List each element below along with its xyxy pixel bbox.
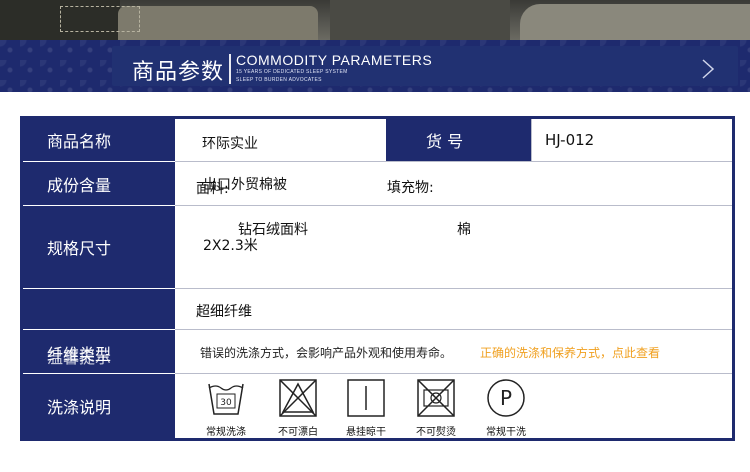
header-subtitle-1: 15 YEARS OF DEDICATED SLEEP SYSTEM [236, 69, 348, 75]
row-divider [175, 161, 732, 162]
care-warning-text: 错误的洗涤方式，会影响产品外观和使用寿命。 [200, 346, 453, 360]
dry-clean-letter: P [500, 386, 512, 410]
header-title-en: COMMODITY PARAMETERS [236, 52, 433, 68]
item-number-label-cell: 货 号 [386, 119, 531, 161]
row-label-fiber-type: 纤维类型 温馨提示 [23, 330, 175, 373]
header-title-cn: 商品参数 [132, 60, 225, 85]
row-divider [175, 373, 732, 374]
row-divider [175, 329, 732, 330]
row-label-text: 规格尺寸 [47, 239, 112, 258]
photo-stitch [60, 6, 140, 32]
hang-dry-icon [347, 379, 385, 417]
care-label-wash: 常规洗涤 [206, 427, 246, 438]
row-divider [175, 288, 732, 289]
care-label-dry-clean: 常规干洗 [486, 427, 526, 438]
header-subtitle-2: SLEEP TO BURDEN ADVOCATES [236, 77, 322, 83]
row-divider [175, 205, 732, 206]
product-name-value: 环际实业 [202, 136, 258, 152]
size-filling-value: 棉 [457, 222, 471, 238]
dry-clean-icon: P [487, 379, 525, 417]
size-dimension-value: 2X2.3米 [203, 238, 258, 254]
chevron-right-icon[interactable] [700, 58, 716, 80]
wash-30-icon: 30 [208, 383, 244, 415]
row-label-text: 洗涤说明 [47, 398, 112, 417]
no-iron-icon [417, 379, 455, 417]
item-number-value: HJ-012 [545, 131, 595, 149]
composition-filling-label: 填充物: [387, 180, 434, 196]
row-label-name: 商品名称 [23, 119, 175, 161]
care-label-hang-dry: 悬挂晾干 [346, 427, 386, 438]
photo-quilt [118, 6, 318, 40]
care-label-no-bleach: 不可漂白 [278, 427, 318, 438]
product-photo-strip [0, 0, 750, 40]
row-label-size: 规格尺寸 [23, 206, 175, 288]
row-label-text: 成份含量 [47, 175, 112, 195]
fiber-type-value: 超细纤维 [196, 304, 252, 320]
row-label-text: 商品名称 [47, 132, 112, 151]
care-guide-link[interactable]: 正确的洗涤和保养方式，点此查看 [480, 344, 660, 361]
row-label-empty [23, 289, 175, 329]
col-divider [531, 119, 532, 161]
care-label-no-iron: 不可熨烫 [416, 427, 456, 438]
photo-quilt-edge [520, 4, 750, 40]
no-bleach-icon [279, 379, 317, 417]
row-label-overlay-text: 温馨提示 [47, 348, 112, 367]
row-label-composition: 成份含量 [23, 162, 175, 205]
row-label-care: 洗涤说明 [23, 374, 175, 438]
item-number-label: 货 号 [426, 132, 464, 151]
photo-fold [330, 0, 510, 40]
wash-temperature: 30 [220, 398, 232, 408]
header-divider [229, 54, 231, 84]
composition-fabric-value: 出口外贸棉被 [203, 177, 287, 193]
